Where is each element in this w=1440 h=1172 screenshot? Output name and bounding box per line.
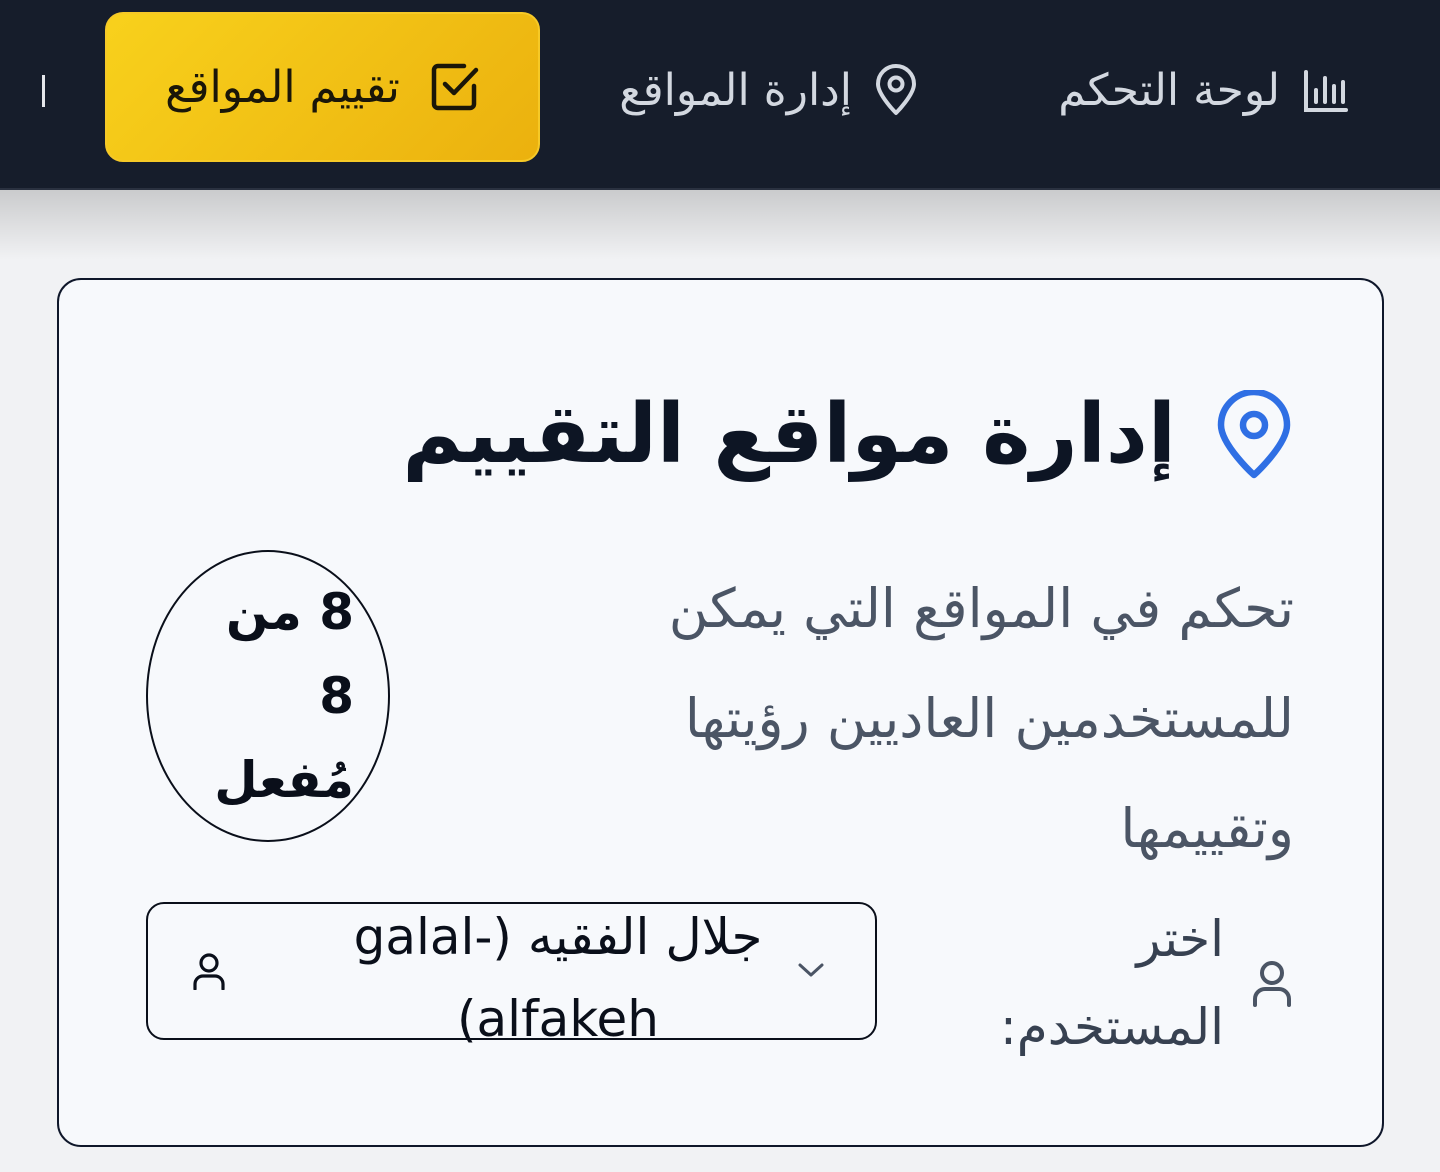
user-icon — [193, 952, 225, 994]
map-pin-icon — [874, 64, 918, 116]
nav-rate-sites-label: تقييم المواقع — [165, 61, 400, 113]
nav-dashboard-label: لوحة التحكم — [1058, 64, 1280, 116]
checkbox-icon — [430, 62, 480, 112]
nav-dashboard[interactable]: لوحة التحكم — [1058, 40, 1350, 140]
chevron-down-icon — [796, 960, 826, 984]
enabled-count-line3: مُفعل — [214, 751, 354, 809]
user-select-dropdown[interactable]: جلال الفقيه (galal-alfakeh) — [146, 902, 877, 1048]
bar-chart-icon — [1302, 66, 1350, 114]
nav-rate-sites[interactable]: تقييم المواقع — [105, 12, 540, 162]
card-description: تحكم في المواقع التي يمكن للمستخدمين الع… — [668, 577, 1294, 860]
map-pin-icon — [1216, 390, 1292, 480]
user-select-value: جلال الفقيه (galal-alfakeh) — [353, 908, 763, 1048]
nav-manage-sites-label: إدارة المواقع — [619, 64, 852, 116]
sites-management-card: إدارة مواقع التقييم تحكم في المواقع التي… — [57, 278, 1384, 1147]
page-title: إدارة مواقع التقييم — [402, 387, 1176, 482]
navbar-shadow — [0, 190, 1440, 260]
user-select-label: اختر المستخدم: — [974, 895, 1292, 1071]
top-navbar: لوحة التحكم إدارة المواقع تقييم المواقع — [0, 0, 1440, 190]
enabled-count-line2: 8 — [319, 667, 354, 725]
card-header: إدارة مواقع التقييم — [402, 390, 1292, 480]
enabled-count-badge: 8 من 8 مُفعل — [146, 550, 390, 842]
nav-manage-sites[interactable]: إدارة المواقع — [619, 40, 918, 140]
user-select-label-text: اختر المستخدم: — [999, 910, 1224, 1056]
nav-divider — [42, 75, 45, 107]
user-icon — [1252, 959, 1292, 1007]
enabled-count-line1: 8 من — [225, 583, 354, 641]
